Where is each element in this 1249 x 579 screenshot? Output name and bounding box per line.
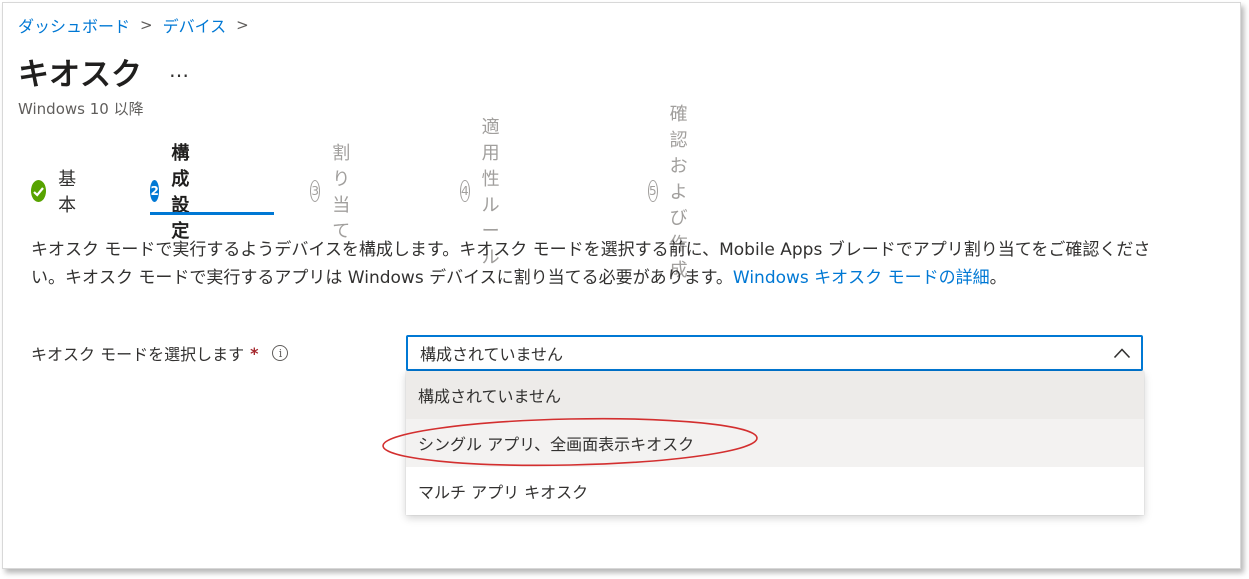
page-title: キオスク xyxy=(18,57,142,93)
option-not-configured[interactable]: 構成されていません xyxy=(406,371,1144,419)
checkmark-icon xyxy=(31,180,47,202)
option-multi-app-kiosk[interactable]: マルチ アプリ キオスク xyxy=(406,467,1144,515)
step-assignments[interactable]: 3 割り当て xyxy=(310,143,362,242)
breadcrumb-dashboard[interactable]: ダッシュボード xyxy=(18,13,130,37)
chevron-up-icon xyxy=(1113,348,1131,359)
step-label: 構成設定 xyxy=(171,143,190,242)
step-basics[interactable]: 基本 xyxy=(31,169,83,216)
page-subtitle: Windows 10 以降 xyxy=(18,100,144,118)
step-configuration[interactable]: 2 構成設定 xyxy=(150,143,202,242)
breadcrumb: ダッシュボード > デバイス > xyxy=(18,13,249,37)
required-marker: * xyxy=(250,343,259,363)
step-applicability-rules[interactable]: 4 適用性ルール xyxy=(460,117,512,268)
kiosk-mode-select[interactable]: 構成されていません xyxy=(406,335,1143,371)
kiosk-mode-field-label: キオスク モードを選択します * i xyxy=(31,341,289,365)
chevron-right-icon: > xyxy=(140,16,153,34)
step-number: 2 xyxy=(150,180,160,202)
kiosk-mode-dropdown: 構成されていません シングル アプリ、全画面表示キオスク マルチ アプリ キオス… xyxy=(406,371,1144,515)
step-review-create[interactable]: 5 確認および作成 xyxy=(648,104,700,281)
step-number: 5 xyxy=(648,180,658,202)
select-value: 構成されていません xyxy=(420,345,564,364)
step-label: 割り当て xyxy=(332,143,351,242)
field-label-text: キオスク モードを選択します xyxy=(31,345,245,364)
description: キオスク モードで実行するようデバイスを構成します。キオスク モードを選択する前… xyxy=(31,236,1151,292)
option-single-app-kiosk[interactable]: シングル アプリ、全画面表示キオスク xyxy=(406,419,1144,467)
kiosk-details-link[interactable]: Windows キオスク モードの詳細 xyxy=(733,268,990,288)
step-number: 4 xyxy=(460,180,470,202)
step-number: 3 xyxy=(310,180,321,202)
breadcrumb-devices[interactable]: デバイス xyxy=(163,13,227,37)
more-options-button[interactable]: … xyxy=(169,58,190,82)
description-period: 。 xyxy=(989,268,1007,288)
step-label: 基本 xyxy=(58,169,77,216)
active-step-indicator xyxy=(150,212,274,215)
info-icon[interactable]: i xyxy=(272,345,289,361)
chevron-right-icon: > xyxy=(236,16,249,34)
